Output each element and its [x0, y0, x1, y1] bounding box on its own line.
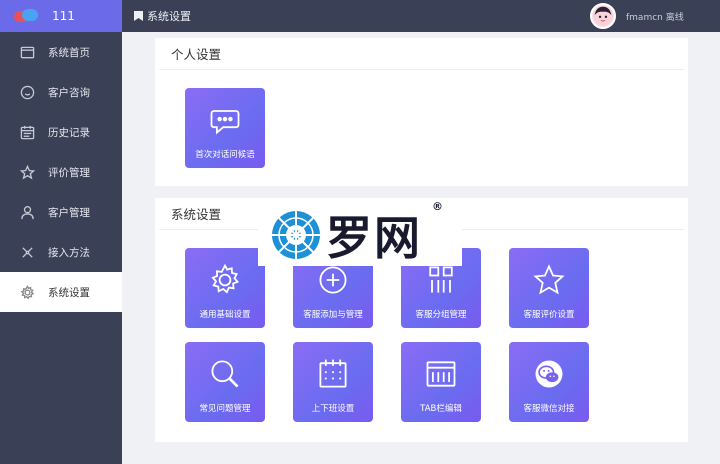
wechat-integration-tile[interactable]: 客服微信对接 — [509, 342, 589, 422]
chat-bubble-icon — [205, 100, 245, 140]
sidebar-item-consult[interactable]: 客户咨询 — [0, 72, 122, 112]
greeting-message-tile[interactable]: 首次对话问候语 — [185, 88, 265, 168]
tile-label: 客服评价设置 — [523, 310, 575, 320]
personal-settings-panel: 个人设置 首次对话问候语 — [155, 38, 688, 186]
sidebar-item-label: 系统设置 — [48, 286, 90, 299]
tile-label: 客服分组管理 — [415, 310, 467, 320]
sidebar-item-customers[interactable]: 客户管理 — [0, 192, 122, 232]
rating-settings-tile[interactable]: 客服评价设置 — [509, 248, 589, 328]
user-menu[interactable]: fmamcn 离线 — [590, 3, 684, 29]
sidebar-item-label: 客户咨询 — [48, 86, 90, 99]
search-icon — [205, 354, 245, 394]
tile-label: 客服添加与管理 — [303, 310, 363, 320]
sidebar-item-home[interactable]: 系统首页 — [0, 32, 122, 72]
sidebar-item-history[interactable]: 历史记录 — [0, 112, 122, 152]
top-bar: 系统设置 fmamcn 离线 — [122, 0, 720, 32]
shift-settings-tile[interactable]: 上下班设置 — [293, 342, 373, 422]
sidebar-item-label: 历史记录 — [48, 126, 90, 139]
tile-label: 通用基础设置 — [199, 310, 251, 320]
user-icon — [18, 203, 36, 221]
calendar-icon — [313, 354, 353, 394]
sidebar-item-label: 接入方法 — [48, 246, 90, 259]
bookmark-icon — [134, 11, 143, 21]
sidebar-item-access[interactable]: 接入方法 — [0, 232, 122, 272]
sidebar-item-label: 客户管理 — [48, 206, 90, 219]
sidebar-item-settings[interactable]: 系统设置 — [0, 272, 122, 312]
sidebar-item-label: 系统首页 — [48, 46, 90, 59]
breadcrumb: 系统设置 — [122, 8, 191, 24]
sidebar-header: 111 — [0, 0, 122, 32]
faq-management-tile[interactable]: 常见问题管理 — [185, 342, 265, 422]
tile-label: 客服微信对接 — [523, 404, 575, 414]
section-title: 个人设置 — [159, 38, 684, 70]
page-title: 系统设置 — [147, 10, 191, 23]
user-status: 离线 — [665, 12, 684, 23]
globe-logo-icon — [272, 211, 320, 259]
general-settings-tile[interactable]: 通用基础设置 — [185, 248, 265, 328]
tile-label: 常见问题管理 — [199, 404, 251, 414]
watermark-text: 罗网 — [326, 211, 422, 265]
star-icon — [18, 163, 36, 181]
sidebar-item-rating[interactable]: 评价管理 — [0, 152, 122, 192]
gear-icon — [18, 283, 36, 301]
watermark: 罗网 — [258, 204, 462, 266]
chat-face-icon — [18, 83, 36, 101]
sidebar-badge: 111 — [52, 9, 75, 23]
grid-icon — [421, 260, 461, 300]
calendar-icon — [18, 123, 36, 141]
gear-icon — [205, 260, 245, 300]
tile-label: 首次对话问候语 — [195, 150, 255, 160]
registered-mark: ® — [432, 200, 443, 213]
sidebar-item-label: 评价管理 — [48, 166, 90, 179]
tile-label: TAB栏编辑 — [420, 404, 462, 414]
link-icon — [18, 243, 36, 261]
avatar[interactable] — [590, 3, 616, 29]
star-icon — [529, 260, 569, 300]
user-name: fmamcn 离线 — [626, 12, 684, 23]
tile-label: 上下班设置 — [311, 404, 355, 414]
window-icon — [18, 43, 36, 61]
sidebar: 111 系统首页 客户咨询 历史记录 评价管理 客户管理 接入方法 系统设置 — [0, 0, 122, 464]
browser-window-icon — [421, 354, 461, 394]
tab-bar-edit-tile[interactable]: TAB栏编辑 — [401, 342, 481, 422]
app-logo-icon — [14, 9, 38, 23]
wechat-icon — [529, 354, 569, 394]
